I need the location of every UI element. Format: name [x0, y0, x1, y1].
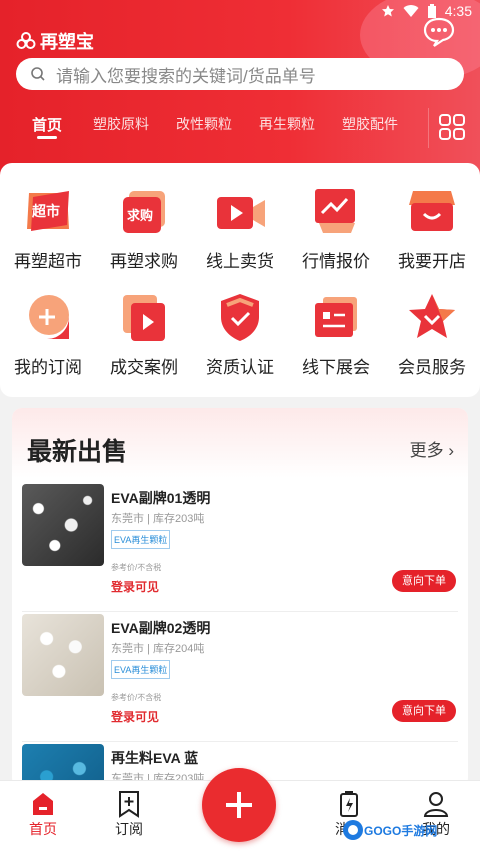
price-note: 参考价/不含税: [111, 563, 162, 572]
watermark-text: GOGO手游网: [364, 823, 438, 838]
category-market-quote[interactable]: 行情报价: [288, 185, 384, 272]
nav-home[interactable]: 首页: [3, 789, 83, 839]
list-item[interactable]: EVA副牌02透明 东莞市 | 库存204吨 EVA再生颗粒 参考价/不含税 登…: [22, 614, 458, 742]
profile-icon: [423, 792, 449, 817]
order-intent-button[interactable]: 意向下单: [392, 570, 456, 592]
order-intent-button[interactable]: 意向下单: [392, 700, 456, 722]
category-label: 再塑求购: [110, 252, 178, 271]
product-tag: EVA再生颗粒: [111, 530, 171, 549]
category-deal-cases[interactable]: 成交案例: [96, 291, 192, 378]
product-title: EVA副牌01透明: [111, 490, 211, 506]
gogo-logo-icon: [343, 820, 363, 840]
category-grid: 超市 再塑超市 求购 再塑求购 线上卖货 行情报价 我要开店 我的订阅 成交案例…: [0, 163, 480, 397]
chevron-right-icon: ›: [448, 441, 454, 460]
grid-icon: [439, 114, 465, 140]
nav-label: 订阅: [115, 821, 143, 837]
category-supermarket[interactable]: 超市 再塑超市: [0, 185, 96, 272]
wifi-icon: [403, 5, 419, 18]
divider: [22, 741, 458, 742]
search-placeholder: 请输入您要搜索的关键词/货品单号: [56, 66, 316, 86]
price-note: 参考价/不含税: [111, 693, 162, 702]
search-icon: [31, 67, 45, 81]
active-tab-indicator: [37, 136, 57, 139]
category-label: 成交案例: [110, 358, 178, 377]
category-open-shop[interactable]: 我要开店: [384, 185, 480, 272]
latest-sale-section: 最新出售 更多 › EVA副牌01透明 东莞市 | 库存203吨 EVA再生颗粒…: [12, 408, 468, 788]
category-purchase[interactable]: 求购 再塑求购: [96, 185, 192, 272]
logo-icon: [16, 32, 36, 49]
category-label: 资质认证: [206, 358, 274, 377]
message-battery-icon: [340, 791, 358, 817]
divider: [22, 611, 458, 612]
list-item[interactable]: EVA副牌01透明 东莞市 | 库存203吨 EVA再生颗粒 参考价/不含税 登…: [22, 484, 458, 612]
product-image: [22, 614, 104, 696]
category-label: 行情报价: [302, 252, 370, 271]
category-label: 会员服务: [398, 358, 466, 377]
app-name: 再塑宝: [40, 32, 94, 52]
nav-label: 首页: [29, 821, 57, 837]
product-meta: 东莞市 | 库存203吨: [111, 513, 205, 525]
category-offline-exhibition[interactable]: 线下展会: [288, 291, 384, 378]
subscribe-plus-icon: [21, 291, 75, 345]
publish-button[interactable]: [202, 768, 276, 842]
price-value: 登录可见: [111, 710, 160, 724]
tab-recycled-pellets[interactable]: 再生颗粒: [259, 114, 315, 134]
home-icon: [33, 793, 53, 815]
tab-home[interactable]: 首页: [32, 114, 62, 135]
shop-icon: [405, 185, 459, 239]
supermarket-badge: 超市: [32, 203, 60, 219]
category-label: 再塑超市: [14, 252, 82, 271]
purchase-request-icon: 求购: [117, 185, 171, 239]
app-brand: 再塑宝: [16, 28, 94, 54]
video-sell-icon: [213, 185, 267, 239]
category-label: 我要开店: [398, 252, 466, 271]
status-bar: 4:35: [0, 0, 480, 22]
bookmark-plus-icon: [119, 791, 139, 818]
product-title: EVA副牌02透明: [111, 620, 211, 636]
tab-modified-pellets[interactable]: 改性颗粒: [176, 114, 232, 134]
more-label: 更多: [409, 441, 444, 460]
search-bar[interactable]: 请输入您要搜索的关键词/货品单号: [16, 58, 464, 90]
trend-chart-icon: [309, 185, 363, 239]
member-star-icon: [405, 291, 459, 345]
all-categories-button[interactable]: [428, 108, 474, 148]
shield-check-icon: [213, 291, 267, 345]
tab-plastic-parts[interactable]: 塑胶配件: [342, 114, 398, 134]
category-member-service[interactable]: 会员服务: [384, 291, 480, 378]
message-button[interactable]: [422, 16, 456, 48]
category-label: 线上卖货: [206, 252, 274, 271]
nav-subscribe[interactable]: 订阅: [89, 789, 169, 839]
product-tag: EVA再生颗粒: [111, 660, 171, 679]
product-title: 再生料EVA 蓝: [111, 750, 199, 766]
category-certification[interactable]: 资质认证: [192, 291, 288, 378]
star-icon: [381, 5, 394, 17]
category-tabs: 首页 塑胶原料 改性颗粒 再生颗粒 塑胶配件: [0, 108, 420, 148]
exhibition-icon: [309, 291, 363, 345]
more-link[interactable]: 更多 ›: [410, 436, 454, 461]
play-case-icon: [117, 291, 171, 345]
category-label: 线下展会: [302, 358, 370, 377]
section-title: 最新出售: [27, 438, 128, 466]
plus-icon: [226, 792, 252, 818]
watermark: GOGO手游网: [342, 818, 437, 842]
purchase-badge: 求购: [127, 208, 154, 223]
product-meta: 东莞市 | 库存204吨: [111, 643, 205, 655]
price-value: 登录可见: [111, 580, 160, 594]
chat-bubble-icon: [423, 17, 455, 47]
category-label: 我的订阅: [14, 358, 82, 377]
product-image: [22, 484, 104, 566]
supermarket-icon: 超市: [21, 185, 75, 239]
category-online-sell[interactable]: 线上卖货: [192, 185, 288, 272]
category-my-subscription[interactable]: 我的订阅: [0, 291, 96, 378]
tab-plastic-raw[interactable]: 塑胶原料: [93, 114, 149, 134]
